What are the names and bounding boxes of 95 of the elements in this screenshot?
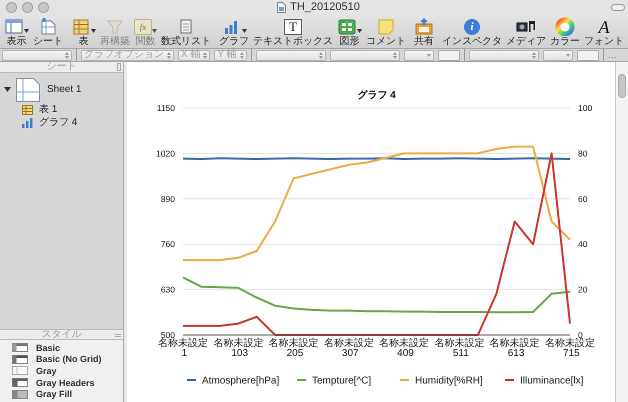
arrows-icon: [392, 52, 397, 58]
arrows-icon: [566, 52, 570, 58]
function-icon: fx: [134, 18, 152, 34]
table-style-swatch: [12, 354, 28, 364]
info-icon: i: [464, 18, 480, 34]
toolbar-button[interactable]: T テキストボックス: [253, 15, 333, 47]
caret-icon: [357, 29, 362, 33]
toolbar-toggle-button[interactable]: [611, 4, 625, 11]
legend-label: Humidity[%RH]: [415, 376, 484, 386]
arrows-icon: [318, 52, 323, 58]
scrollbar[interactable]: [615, 62, 628, 402]
folder-icon: [414, 17, 434, 36]
style-item[interactable]: Gray Fill: [36, 389, 72, 400]
legend-item: Atmosphere[hPa]: [187, 376, 280, 386]
minimize-button[interactable]: [22, 2, 33, 13]
axis-tick-label: 20: [578, 284, 588, 295]
axis-tick-label: 500: [160, 330, 175, 340]
chart-title: グラフ 4: [357, 90, 396, 101]
axis-tick-label: 1020: [156, 148, 175, 158]
window-title: TH_20120510: [290, 0, 360, 16]
sheet-icon: [15, 76, 41, 102]
legend-label: Atmosphere[hPa]: [202, 376, 280, 386]
toolbar-button[interactable]: 数式リスト: [161, 15, 211, 47]
axis-tick-label: 80: [578, 148, 588, 158]
table-style-swatch: [12, 343, 28, 352]
toolbar-button[interactable]: 表示: [4, 15, 29, 47]
style-item[interactable]: Basic (No Grid): [36, 354, 102, 364]
table-style-swatch: [12, 366, 28, 376]
note-icon: [376, 17, 396, 36]
toolbar-button[interactable]: カラー: [550, 15, 580, 47]
legend-item: Tempture[^C]: [297, 376, 372, 386]
axis-tick-label: 名称未設定 103: [213, 338, 264, 359]
toolbar-button[interactable]: メディア: [506, 15, 546, 47]
caret-icon: [24, 29, 29, 33]
axis-tick-label: 40: [578, 239, 588, 250]
arrows-icon: [65, 52, 69, 58]
zoom-button[interactable]: [38, 2, 49, 13]
toolbar-button[interactable]: 表: [71, 15, 96, 47]
color-wheel-icon: [555, 17, 575, 36]
legend-label: Illuminance[lx]: [520, 376, 584, 386]
font-icon: A: [596, 18, 612, 36]
text-box-icon: T: [284, 18, 302, 34]
axis-tick-label: 100: [578, 103, 592, 113]
arrows-icon: [426, 52, 431, 58]
shapes-icon: [337, 17, 357, 36]
toolbar-button[interactable]: i インスペクタ: [442, 15, 502, 47]
axis-tick-label: 890: [160, 194, 175, 204]
caret-icon: [152, 29, 157, 33]
disclosure-triangle[interactable]: [4, 86, 11, 93]
sidebar-item[interactable]: グラフ 4: [39, 117, 78, 128]
sidebar-item[interactable]: 表 1: [39, 104, 58, 115]
toolbar-button[interactable]: グラフ: [219, 15, 249, 47]
table-style-swatch: [12, 390, 28, 399]
style-item[interactable]: Basic: [36, 342, 60, 353]
sidebar-item[interactable]: Sheet 1: [47, 84, 82, 95]
legend-item: Humidity[%RH]: [400, 376, 483, 386]
legend-item: Illuminance[lx]: [505, 376, 584, 386]
toolbar-button[interactable]: シート: [33, 15, 63, 47]
axis-tick-label: 名称未設定 511: [434, 338, 484, 359]
axis-tick-label: 名称未設定 205: [268, 338, 319, 359]
caret-icon: [91, 29, 96, 33]
axis-tick-label: 名称未設定 715: [545, 338, 595, 359]
resize-handle[interactable]: [115, 334, 121, 337]
arrows-icon: [532, 52, 536, 58]
toolbar-button[interactable]: 共有: [414, 15, 434, 47]
axis-tick-label: 760: [160, 239, 175, 250]
style-item[interactable]: Gray Headers: [36, 378, 95, 388]
axis-tick-label: 名称未設定 613: [490, 338, 540, 359]
table-icon: [71, 17, 91, 36]
arrows-icon: [240, 52, 244, 58]
overflow-button[interactable]: …: [608, 50, 617, 60]
document-icon: [277, 2, 286, 13]
scroll-thumb[interactable]: [618, 74, 626, 98]
axis-tick-label: 630: [160, 284, 175, 295]
axis-tick-label: 名称未設定 307: [324, 338, 374, 359]
resize-handle[interactable]: [117, 63, 121, 71]
panel-header: シート: [46, 62, 76, 72]
table-style-swatch: [12, 378, 28, 388]
arrows-icon: [167, 52, 171, 58]
axis-tick-label: 60: [578, 194, 588, 204]
axis-tick-label: 1150: [156, 103, 175, 113]
table-icon: [22, 104, 33, 114]
legend-label: Tempture[^C]: [312, 376, 372, 386]
style-item[interactable]: Gray: [36, 366, 57, 376]
panel-header: スタイル: [42, 330, 82, 340]
axis-tick-label: 名称未設定 1: [158, 338, 208, 359]
bar-chart-icon: [22, 118, 33, 128]
toolbar-button[interactable]: 図形: [337, 15, 362, 47]
toolbar-button[interactable]: A フォント: [584, 15, 624, 47]
axis-tick-label: 名称未設定 409: [379, 338, 430, 359]
arrows-icon: [203, 52, 208, 58]
toolbar-button[interactable]: コメント: [366, 15, 406, 47]
window-icon: [4, 17, 24, 36]
caret-icon: [242, 29, 246, 33]
close-button[interactable]: [6, 2, 17, 13]
